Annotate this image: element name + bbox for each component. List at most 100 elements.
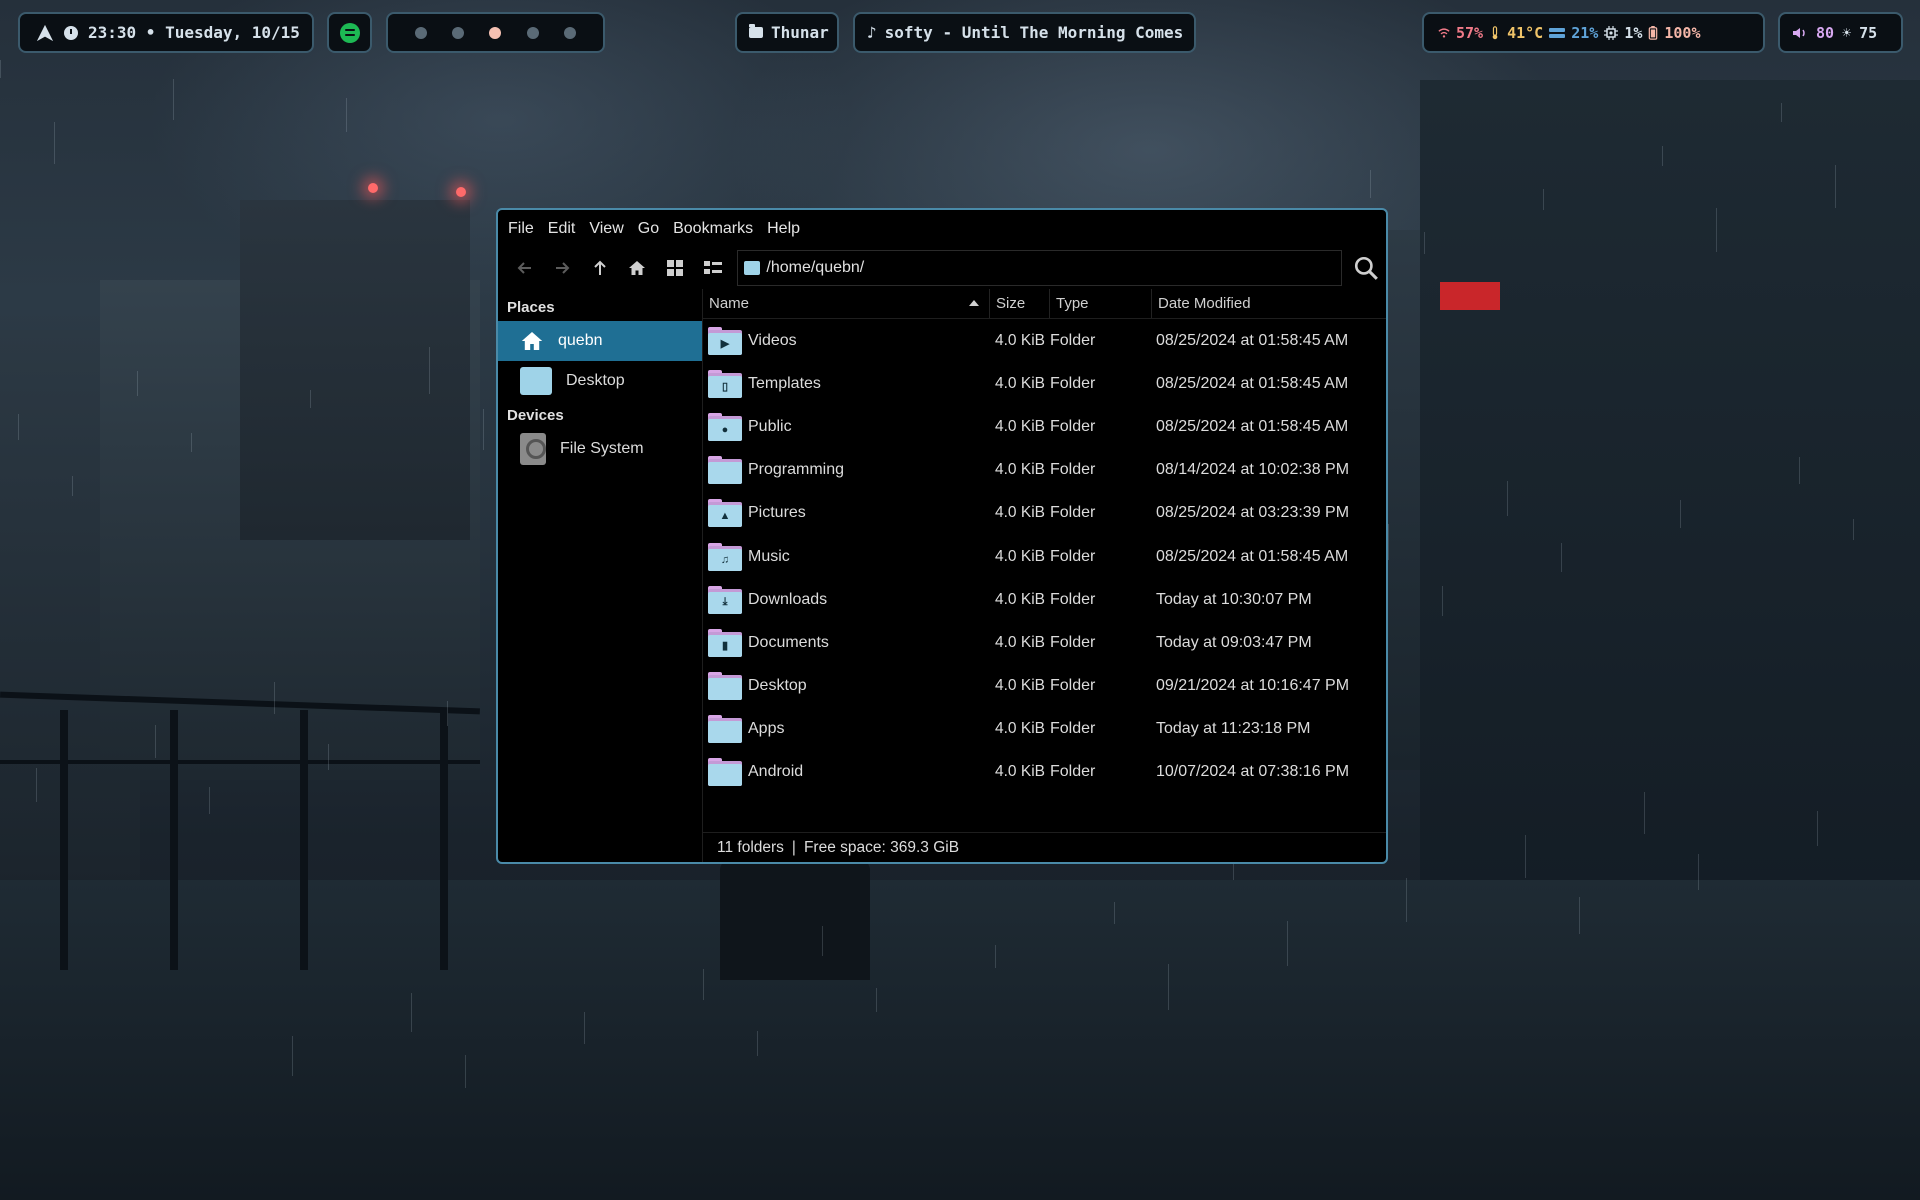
wallpaper-wet-floor: [0, 880, 1920, 1200]
sidebar-item-home[interactable]: quebn: [498, 321, 702, 361]
file-row[interactable]: Desktop 4.0 KiB Folder 09/21/2024 at 10:16:…: [703, 665, 1386, 708]
file-name-cell: Programming: [703, 456, 990, 485]
workspace-dot-4[interactable]: [526, 26, 539, 39]
parent-folder-button[interactable]: [581, 251, 619, 285]
file-size: 4.0 KiB: [995, 763, 1045, 781]
file-size: 4.0 KiB: [995, 720, 1045, 738]
column-header-name[interactable]: Name: [703, 289, 990, 318]
file-date-modified: 08/25/2024 at 01:58:45 AM: [1156, 374, 1349, 392]
back-arrow-icon: [517, 262, 531, 274]
desktop-folder-icon: [520, 367, 552, 395]
menu-help[interactable]: Help: [767, 220, 810, 238]
file-row[interactable]: ● Public 4.0 KiB Folder 08/25/2024 at 01:58:…: [703, 405, 1386, 448]
file-name-cell: ⤓ Downloads: [703, 585, 990, 614]
wallpaper-railing-post: [60, 710, 68, 970]
sidebar-item-desktop[interactable]: Desktop: [498, 361, 702, 401]
menu-edit[interactable]: Edit: [548, 220, 586, 238]
clock-icon: [64, 25, 78, 40]
rain-streak: [995, 945, 996, 968]
home-icon: [629, 261, 646, 275]
folder-icon: ●: [708, 412, 742, 441]
file-size: 4.0 KiB: [995, 633, 1045, 651]
workspace-switcher: [386, 12, 605, 53]
menu-file[interactable]: File: [508, 220, 544, 238]
folder-icon: ▯: [708, 369, 742, 398]
folder-icon: [749, 24, 763, 38]
sidebar-item-file-system[interactable]: File System: [498, 429, 702, 469]
file-row[interactable]: ▲ Pictures 4.0 KiB Folder 08/25/2024 at 03:2…: [703, 492, 1386, 535]
rain-streak: [1561, 543, 1562, 572]
folder-emblem: ⤓: [708, 591, 742, 614]
workspace-dot-2[interactable]: [452, 26, 465, 39]
active-window-widget[interactable]: Thunar: [735, 12, 839, 53]
file-date-modified: 10/07/2024 at 07:38:16 PM: [1156, 763, 1350, 781]
file-type: Folder: [1050, 763, 1096, 781]
file-row[interactable]: ▯ Templates 4.0 KiB Folder 08/25/2024 at 01:…: [703, 362, 1386, 405]
cpu-icon: [1604, 25, 1619, 40]
rain-streak: [429, 347, 430, 394]
column-header-row: Name Size Type Date Modified: [703, 289, 1386, 319]
folder-icon: ⤓: [708, 585, 742, 614]
icon-view-button[interactable]: [656, 251, 694, 285]
arch-logo-icon[interactable]: [36, 24, 54, 42]
list-view-button[interactable]: [694, 251, 732, 285]
search-button[interactable]: [1346, 250, 1386, 286]
folder-icon: [708, 672, 742, 701]
column-header-date-modified[interactable]: Date Modified: [1152, 289, 1386, 318]
thunar-window: File Edit View Go Bookmarks Help /home/q…: [496, 208, 1388, 864]
memory-value: 21%: [1571, 23, 1599, 42]
file-row[interactable]: Apps 4.0 KiB Folder Today at 11:23:18 PM: [703, 708, 1386, 751]
file-row[interactable]: Android 4.0 KiB Folder 10/07/2024 at 07:38:…: [703, 751, 1386, 794]
now-playing-text: softy - Until The Morning Comes: [884, 23, 1184, 42]
file-size: 4.0 KiB: [995, 504, 1045, 522]
forward-arrow-icon: [556, 262, 570, 274]
clock-widget[interactable]: 23:30 • Tuesday, 10/15: [18, 12, 314, 53]
volume-value: 80: [1816, 23, 1835, 42]
rain-streak: [447, 701, 448, 726]
file-type: Folder: [1050, 590, 1096, 608]
search-icon: [1355, 256, 1379, 280]
back-button[interactable]: [506, 251, 544, 285]
column-header-type[interactable]: Type: [1050, 289, 1152, 318]
active-window-title: Thunar: [771, 23, 829, 42]
wallpaper-red-light: [456, 187, 466, 197]
devices-heading: Devices: [507, 406, 564, 424]
menu-go[interactable]: Go: [638, 220, 669, 238]
status-separator: |: [791, 838, 796, 856]
status-folder-count: 11 folders: [717, 838, 784, 856]
location-bar[interactable]: /home/quebn/: [737, 250, 1343, 286]
rain-streak: [18, 414, 19, 440]
file-size: 4.0 KiB: [995, 590, 1045, 608]
file-name: Templates: [748, 374, 821, 392]
volume-brightness-widget[interactable]: 80 ☀ 75: [1778, 12, 1903, 53]
file-type: Folder: [1050, 677, 1096, 695]
spotify-widget[interactable]: [327, 12, 372, 53]
file-row[interactable]: Programming 4.0 KiB Folder 08/14/2024 at 10…: [703, 449, 1386, 492]
column-header-label: Name: [709, 295, 750, 312]
file-list-view: Name Size Type Date Modified ▶ Videos 4.0 …: [703, 289, 1386, 862]
file-name: Documents: [748, 633, 829, 651]
forward-button[interactable]: [544, 251, 582, 285]
speaker-icon: [1793, 27, 1805, 38]
home-button[interactable]: [619, 251, 657, 285]
rain-streak: [310, 390, 311, 408]
menu-bookmarks[interactable]: Bookmarks: [673, 220, 763, 238]
file-row[interactable]: ⤓ Downloads 4.0 KiB Folder Today at 10:30:07…: [703, 578, 1386, 621]
rain-streak: [1168, 964, 1169, 1010]
file-size: 4.0 KiB: [995, 461, 1045, 479]
file-type: Folder: [1050, 374, 1096, 392]
file-row[interactable]: ♫ Music 4.0 KiB Folder 08/25/2024 at 01:58:4…: [703, 535, 1386, 578]
sidebar-item-label: File System: [560, 440, 644, 457]
workspace-dot-5[interactable]: [564, 26, 577, 39]
now-playing-widget[interactable]: ♪ softy - Until The Morning Comes: [853, 12, 1196, 53]
file-row[interactable]: ▶ Videos 4.0 KiB Folder 08/25/2024 at 01:58:…: [703, 319, 1386, 362]
rain-streak: [191, 433, 192, 452]
file-name-cell: ▯ Templates: [703, 369, 990, 398]
status-bar: 11 folders | Free space: 369.3 GiB: [703, 832, 1386, 862]
menu-view[interactable]: View: [589, 220, 633, 238]
file-date-modified: 08/14/2024 at 10:02:38 PM: [1156, 461, 1350, 479]
column-header-size[interactable]: Size: [990, 289, 1050, 318]
workspace-dot-1[interactable]: [414, 26, 427, 39]
workspace-dot-3[interactable]: [489, 26, 502, 39]
file-row[interactable]: ▮ Documents 4.0 KiB Folder Today at 09:03:47…: [703, 621, 1386, 664]
